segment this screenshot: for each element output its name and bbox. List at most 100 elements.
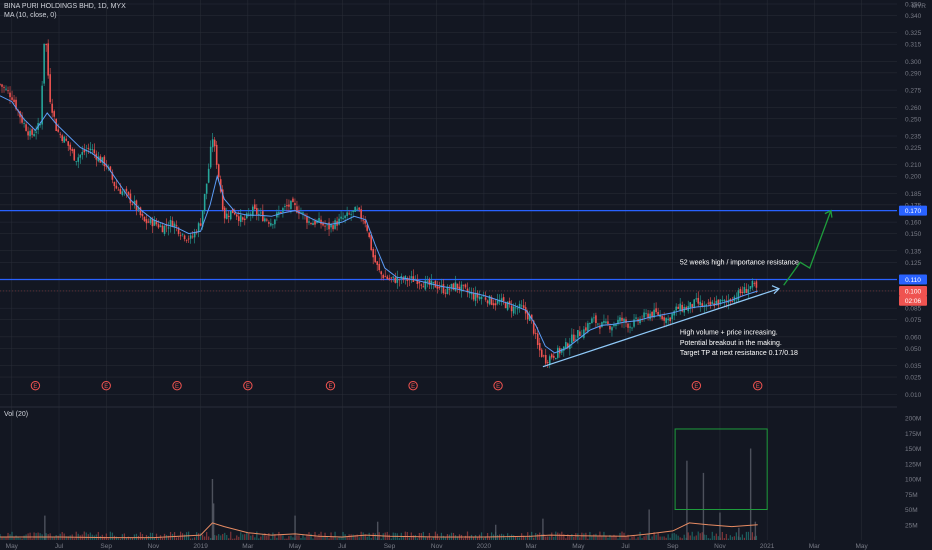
volume-bar [262,533,264,540]
volume-bar [204,536,206,540]
volume-bar [318,533,320,540]
candle-body [671,313,673,320]
volume-tick-label: 200M [905,416,921,423]
price-tick-label: 0.225 [905,145,922,152]
candle-body [354,207,356,212]
volume-bar [701,532,703,540]
candle-body [607,321,609,324]
candle-body [438,286,441,289]
volume-bar [697,531,699,540]
volume-bar [23,535,25,540]
candle-body [677,306,679,309]
candle-body [245,213,248,219]
candle-body [79,154,82,158]
earnings-marker-label: E [246,384,250,390]
candle-body [629,326,631,328]
volume-bar [416,538,418,540]
candle-body [544,355,547,364]
volume-bar [555,531,557,540]
drawings: E E E E E E E E E 52 weeks high / importance resi… [30,209,833,511]
candle-body [601,322,603,328]
volume-bar [175,537,178,540]
time-tick-label: 2019 [193,543,208,550]
candle-body [374,255,377,263]
volume-bar [635,538,637,540]
candle-body [87,148,90,149]
volume-bar [240,532,242,540]
volume-bar [224,532,226,540]
candle-body [254,204,256,209]
volume-bar [278,531,280,540]
chart-canvas[interactable]: E E E E E E E E E 52 weeks high / importance resi… [0,0,932,550]
candle-body [61,135,63,142]
candle-body [695,298,698,300]
price-tick-label: 0.025 [905,375,922,382]
volume-bar [639,531,641,540]
time-tick-label: May [572,543,585,550]
volume-tick-label: 100M [905,477,921,484]
candle-body [233,212,236,215]
price-tick-label: 0.060 [905,334,922,341]
volume-bar [370,537,372,540]
candle-body [418,281,421,284]
volume-bar [336,537,338,540]
volume-bar [5,537,7,540]
price-tick-label: 0.075 [905,317,922,324]
volume-bar [228,538,230,540]
volume-bar [7,532,9,540]
candle-body [77,157,80,162]
volume-bar [366,536,368,540]
candle-body [241,217,244,220]
price-tick-label: 0.150 [905,231,922,238]
price-tick-label: 0.290 [905,70,922,77]
volume-bar [583,533,585,540]
time-tick-label: May [6,543,19,550]
candle-body [631,327,633,329]
candle-body [35,131,37,133]
candle-body [1,84,3,87]
candle-body [179,235,182,237]
volume-bar [248,533,250,540]
volume-bar [747,531,750,540]
candle-body [187,238,190,240]
volume-bar [631,536,633,540]
candle-body [344,215,346,218]
candle-body [633,319,635,327]
volume-bar [525,536,527,540]
candle-body [250,213,252,215]
candle-body [398,279,401,281]
volume-bar [57,535,59,540]
volume-indicator-label[interactable]: Vol (20) [4,411,28,418]
candle-body [645,313,647,315]
candle-body [583,329,585,338]
volume-bar [406,531,408,540]
candle-body [121,191,124,195]
ma-indicator-label[interactable]: MA (10, close, 0) [4,12,57,19]
axes: 0.3500.3400.3250.3150.3000.2900.2750.260… [6,2,927,550]
volume-bar [21,538,23,540]
candle-body [502,297,505,302]
volume-bar [717,536,719,540]
candle-body [382,274,385,279]
price-label-text: 0.110 [905,277,921,284]
volume-bar [727,538,729,540]
candle-body [350,213,352,215]
volume-bar [362,532,364,540]
volume-bar [29,532,31,540]
candle-body [334,220,336,229]
candle-body [340,216,342,219]
candle-body [243,218,246,221]
time-tick-label: Mar [809,543,821,550]
candle-body [59,133,61,135]
volume-bar [234,538,236,540]
volume-bar [216,535,218,540]
price-tick-label: 0.235 [905,134,922,141]
symbol-header[interactable]: BINA PURI HOLDINGS BHD, 1D, MYX [4,3,126,10]
volume-bar [474,535,477,540]
candle-body [145,219,148,224]
volume-bar [302,534,304,540]
price-tick-label: 0.300 [905,59,922,66]
volume-bar [382,533,384,540]
volume-bar [480,532,483,540]
volume-bar [254,537,256,540]
